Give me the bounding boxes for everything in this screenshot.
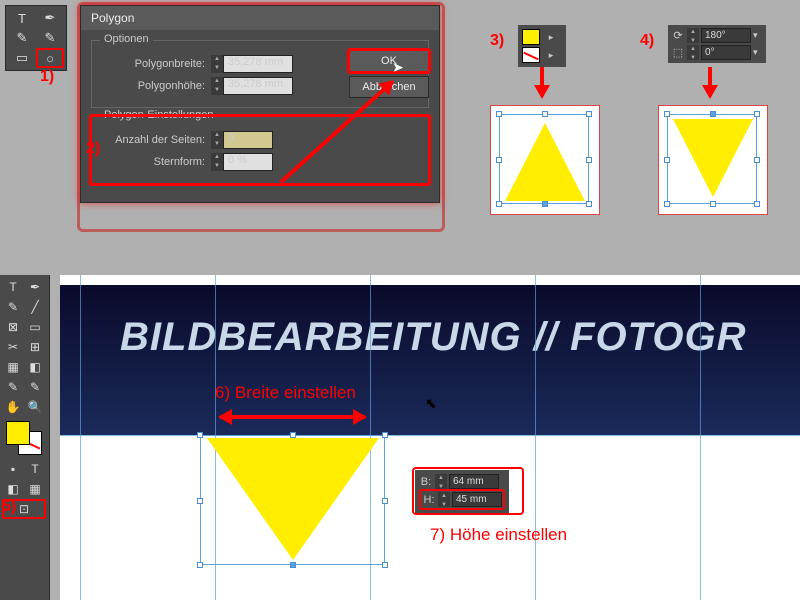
step-2-label: 2) xyxy=(86,140,100,158)
poly-height-input[interactable]: 35,278 mm xyxy=(223,77,293,95)
guide-v xyxy=(535,275,536,600)
eyedropper-icon[interactable]: ✎ xyxy=(8,28,36,48)
type-tool-icon[interactable]: T xyxy=(2,277,24,297)
side-toolbar: T✒ ✎╱ ⊠▭ ✂⊞ ▦◧ ✎✎ ✋🔍 ▪T ◧▦ ⊡ xyxy=(0,275,50,600)
rotation-input[interactable] xyxy=(701,28,751,43)
triangle-up-preview xyxy=(490,105,600,215)
arrow-down-3 xyxy=(534,85,550,99)
swatch-arrow-icon[interactable]: ▸ xyxy=(542,47,560,63)
step-4-label: 4) xyxy=(640,32,654,50)
step-6-label: 6) Breite einstellen xyxy=(215,383,356,403)
options-legend: Optionen xyxy=(100,33,153,45)
sides-input[interactable]: 3 xyxy=(223,131,273,149)
zoom-tool-icon[interactable]: 🔍 xyxy=(24,397,46,417)
banner-image: BILDBEARBEITUNG // FOTOGR xyxy=(60,285,800,435)
document-canvas[interactable]: BILDBEARBEITUNG // FOTOGR 6) Breite eins… xyxy=(60,275,800,600)
format2-icon[interactable]: ▦ xyxy=(24,479,46,499)
cursor-icon: ➤ xyxy=(392,59,404,76)
banner-text: BILDBEARBEITUNG // FOTOGR xyxy=(120,315,746,360)
dropdown-icon[interactable]: ▾ xyxy=(753,47,763,58)
guide-h xyxy=(60,435,800,436)
star-label: Sternform: xyxy=(100,156,205,168)
polygon-dialog: Polygon Optionen Polygonbreite: ▲▼ 35,27… xyxy=(80,5,440,203)
dialog-title: Polygon xyxy=(81,6,439,30)
star-spinner[interactable]: ▲▼ 0 % xyxy=(211,153,273,171)
stroke-none-swatch[interactable] xyxy=(522,47,540,63)
gradient2-icon[interactable]: ◧ xyxy=(24,357,46,377)
pen-tool-icon[interactable]: ✒ xyxy=(24,277,46,297)
step-5-label: 5) xyxy=(2,498,16,516)
dim-panel-highlight xyxy=(412,467,524,515)
poly-width-input[interactable]: 35,278 mm xyxy=(223,55,293,73)
guide-v xyxy=(80,275,81,600)
apply-text-icon[interactable]: T xyxy=(24,459,46,479)
note-icon[interactable]: ✎ xyxy=(2,377,24,397)
gradient-icon[interactable]: ▦ xyxy=(2,357,24,377)
cursor-icon: ⬉ xyxy=(425,395,437,412)
poly-height-spinner[interactable]: ▲▼ 35,278 mm xyxy=(211,77,293,95)
main-canvas-area: T✒ ✎╱ ⊠▭ ✂⊞ ▦◧ ✎✎ ✋🔍 ▪T ◧▦ ⊡ 5) BILDBEAR… xyxy=(0,275,800,600)
yellow-triangle xyxy=(207,438,379,560)
fill-yellow-swatch[interactable] xyxy=(522,29,540,45)
transform-icon[interactable]: ⊞ xyxy=(24,337,46,357)
step-7-label: 7) Höhe einstellen xyxy=(430,525,567,545)
type-tool-icon[interactable]: T xyxy=(8,8,36,28)
rect-tool-icon[interactable]: ▭ xyxy=(24,317,46,337)
pencil-icon[interactable]: ✎ xyxy=(36,28,64,48)
step-1-label: 1) xyxy=(40,68,54,86)
top-mini-toolbar: T ✒ ✎ ✎ ▭ ○ xyxy=(5,5,67,71)
sides-label: Anzahl der Seiten: xyxy=(100,134,205,146)
line-tool-icon[interactable]: ╱ xyxy=(24,297,46,317)
width-arrow xyxy=(220,415,365,419)
settings-fieldset: Polygon-Einstellungen Anzahl der Seiten:… xyxy=(91,116,429,184)
shear-input[interactable] xyxy=(701,45,751,60)
format-icon[interactable]: ◧ xyxy=(2,479,24,499)
selection-box[interactable] xyxy=(200,435,385,565)
rotate-icon: ⟳ xyxy=(671,29,685,42)
swatch-arrow-icon[interactable]: ▸ xyxy=(542,29,560,45)
pencil-icon[interactable]: ✎ xyxy=(2,297,24,317)
fill-stroke-swatch[interactable] xyxy=(4,421,45,455)
pen-tool-icon[interactable]: ✒ xyxy=(36,8,64,28)
arrow-down-4 xyxy=(702,85,718,99)
poly-width-label: Polygonbreite: xyxy=(100,58,205,70)
scissors-icon[interactable]: ✂ xyxy=(2,337,24,357)
poly-width-spinner[interactable]: ▲▼ 35,278 mm xyxy=(211,55,293,73)
rectangle-tool-icon[interactable]: ▭ xyxy=(8,48,36,68)
triangle-down-preview xyxy=(658,105,768,215)
step-3-label: 3) xyxy=(490,32,504,50)
sides-spinner[interactable]: ▲▼ 3 xyxy=(211,131,273,149)
poly-height-label: Polygonhöhe: xyxy=(100,80,205,92)
hand-tool-icon[interactable]: ✋ xyxy=(2,397,24,417)
settings-legend: Polygon-Einstellungen xyxy=(100,109,217,121)
eyedropper-icon[interactable]: ✎ xyxy=(24,377,46,397)
dropdown-icon[interactable]: ▾ xyxy=(753,30,763,41)
rotation-panel: ⟳ ▲▼ ▾ ⬚ ▲▼ ▾ xyxy=(668,25,766,63)
shear-icon: ⬚ xyxy=(671,46,685,59)
fill-swatch-panel: ▸ ▸ xyxy=(518,25,566,67)
polygon-tool-icon[interactable]: ○ xyxy=(36,48,64,68)
star-input[interactable]: 0 % xyxy=(223,153,273,171)
ok-button[interactable]: OK ➤ xyxy=(349,50,429,72)
apply-fill-icon[interactable]: ▪ xyxy=(2,459,24,479)
rect-frame-icon[interactable]: ⊠ xyxy=(2,317,24,337)
guide-v xyxy=(700,275,701,600)
